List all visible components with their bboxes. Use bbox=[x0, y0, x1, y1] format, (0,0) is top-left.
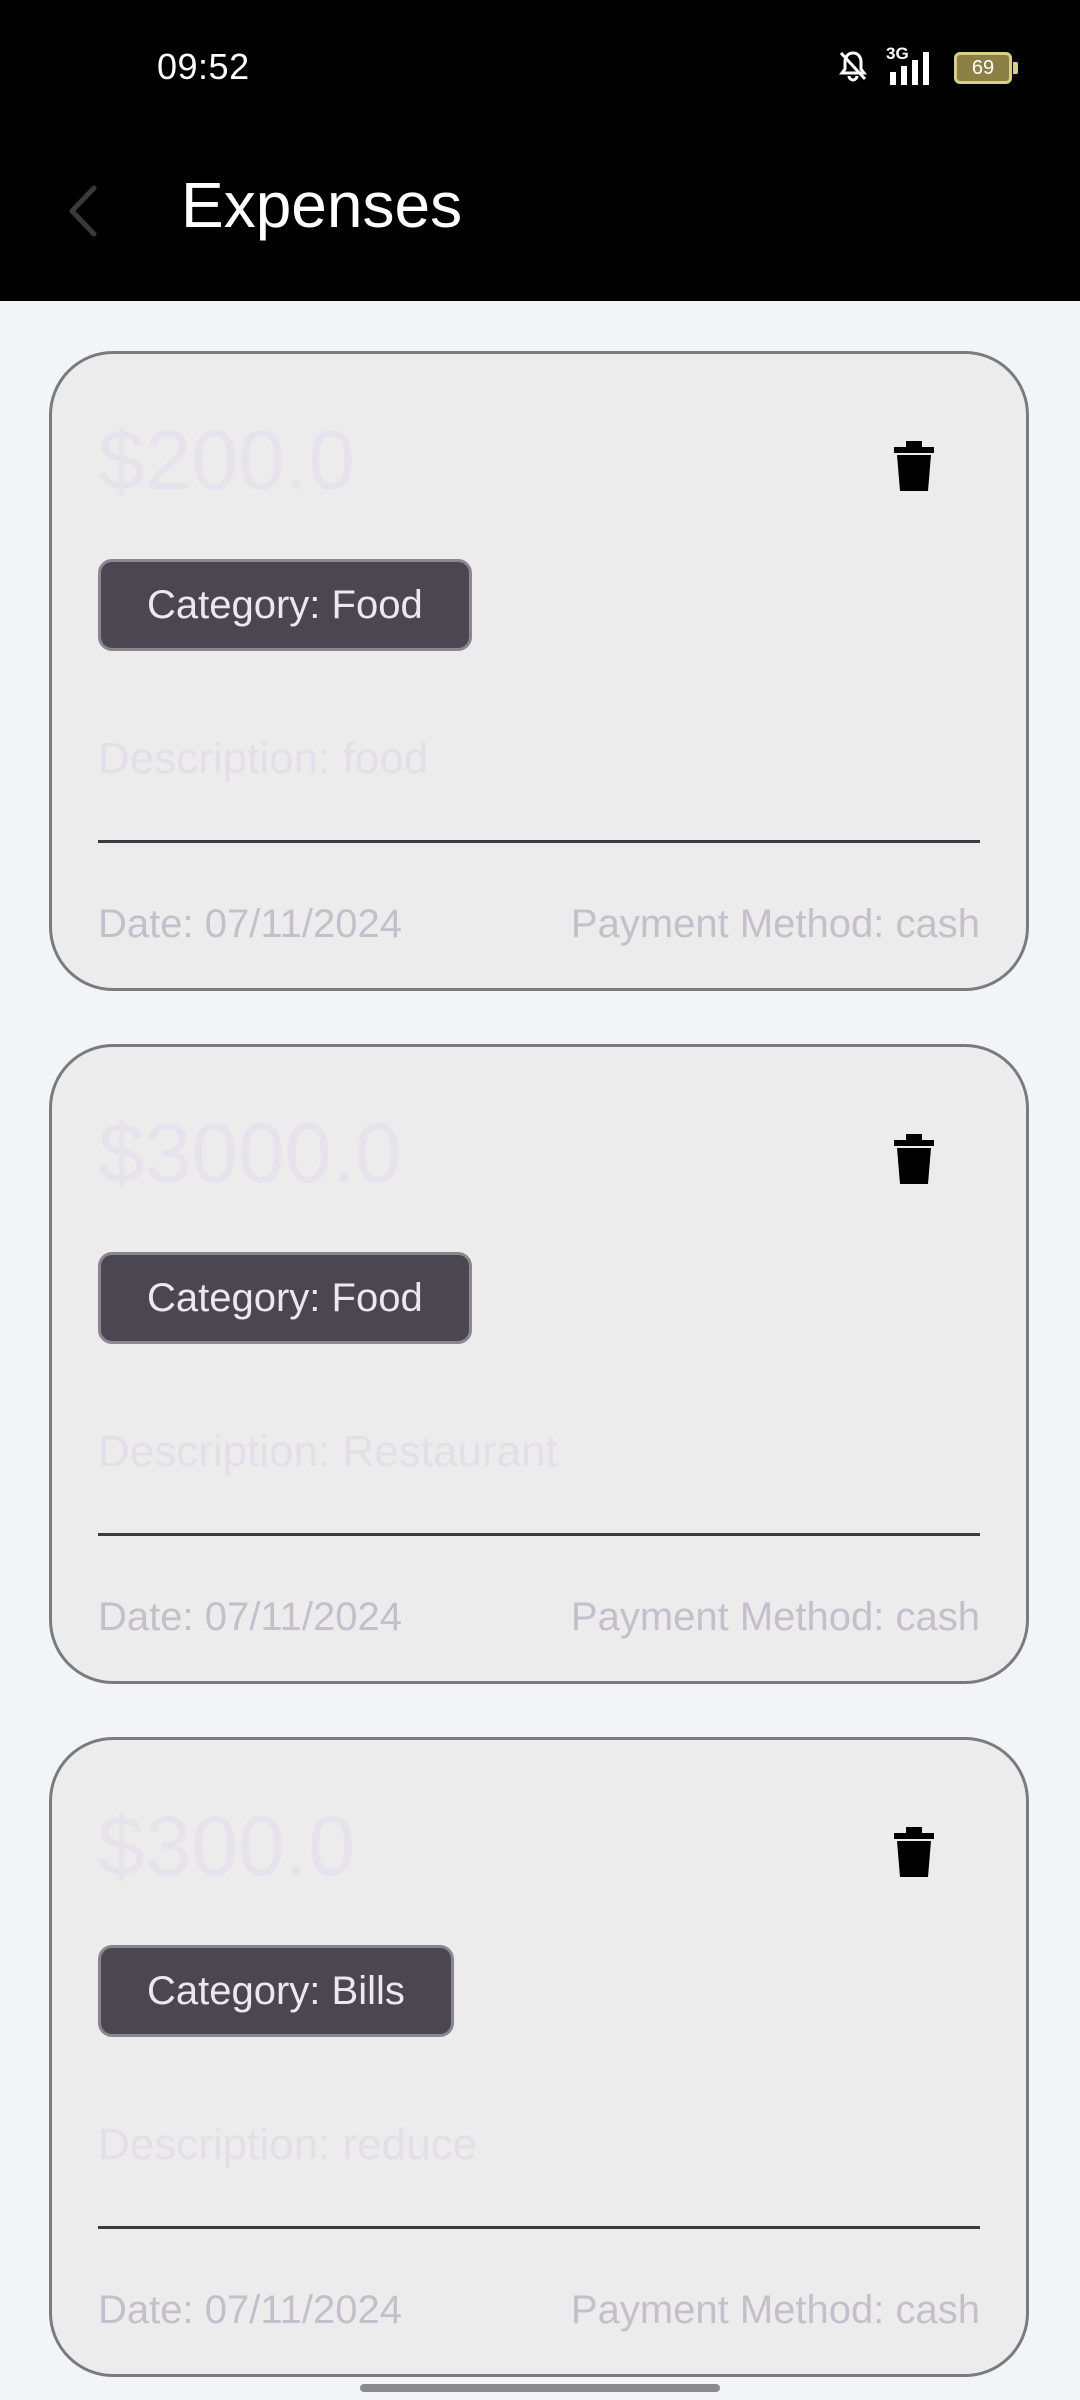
description-underline bbox=[98, 840, 980, 843]
description-field[interactable]: Description: food bbox=[98, 734, 428, 784]
category-chip[interactable]: Category: Bills bbox=[98, 1945, 454, 2037]
status-icons: 3G 69 bbox=[838, 44, 1018, 88]
expense-amount: $200.0 bbox=[98, 413, 355, 507]
expense-amount: $3000.0 bbox=[98, 1106, 402, 1200]
delete-button[interactable] bbox=[886, 1824, 942, 1880]
expense-card[interactable]: $3000.0 Category: Food Description: Rest… bbox=[49, 1044, 1029, 1684]
expense-list[interactable]: $200.0 Category: Food Description: food … bbox=[0, 301, 1080, 2400]
category-chip[interactable]: Category: Food bbox=[98, 559, 472, 651]
description-field[interactable]: Description: reduce bbox=[98, 2120, 477, 2170]
status-time: 09:52 bbox=[157, 46, 250, 87]
category-chip[interactable]: Category: Food bbox=[98, 1252, 472, 1344]
expense-amount: $300.0 bbox=[98, 1799, 355, 1893]
expense-date: Date: 07/11/2024 bbox=[98, 902, 402, 946]
status-bar: 09:52 3G 69 bbox=[0, 0, 1080, 136]
trash-icon bbox=[894, 1134, 934, 1184]
app-bar: Expenses bbox=[0, 136, 1080, 301]
payment-method: Payment Method: cash bbox=[570, 2288, 980, 2332]
expense-date: Date: 07/11/2024 bbox=[98, 2288, 402, 2332]
chevron-left-icon bbox=[69, 185, 97, 237]
battery-icon: 69 bbox=[954, 52, 1018, 84]
signal-icon: 3G bbox=[886, 44, 936, 86]
bell-off-icon bbox=[838, 50, 868, 87]
trash-icon bbox=[894, 441, 934, 491]
payment-method: Payment Method: cash bbox=[570, 1595, 980, 1639]
expense-date: Date: 07/11/2024 bbox=[98, 1595, 402, 1639]
home-indicator[interactable] bbox=[360, 2384, 720, 2392]
battery-level: 69 bbox=[971, 57, 995, 79]
payment-method: Payment Method: cash bbox=[570, 902, 980, 946]
description-underline bbox=[98, 1533, 980, 1536]
expense-card[interactable]: $200.0 Category: Food Description: food … bbox=[49, 351, 1029, 991]
page-title: Expenses bbox=[181, 169, 463, 241]
expense-card[interactable]: $300.0 Category: Bills Description: redu… bbox=[49, 1737, 1029, 2377]
back-button[interactable] bbox=[60, 176, 108, 246]
delete-button[interactable] bbox=[886, 438, 942, 494]
description-underline bbox=[98, 2226, 980, 2229]
trash-icon bbox=[894, 1827, 934, 1877]
delete-button[interactable] bbox=[886, 1131, 942, 1187]
description-field[interactable]: Description: Restaurant bbox=[98, 1427, 558, 1477]
